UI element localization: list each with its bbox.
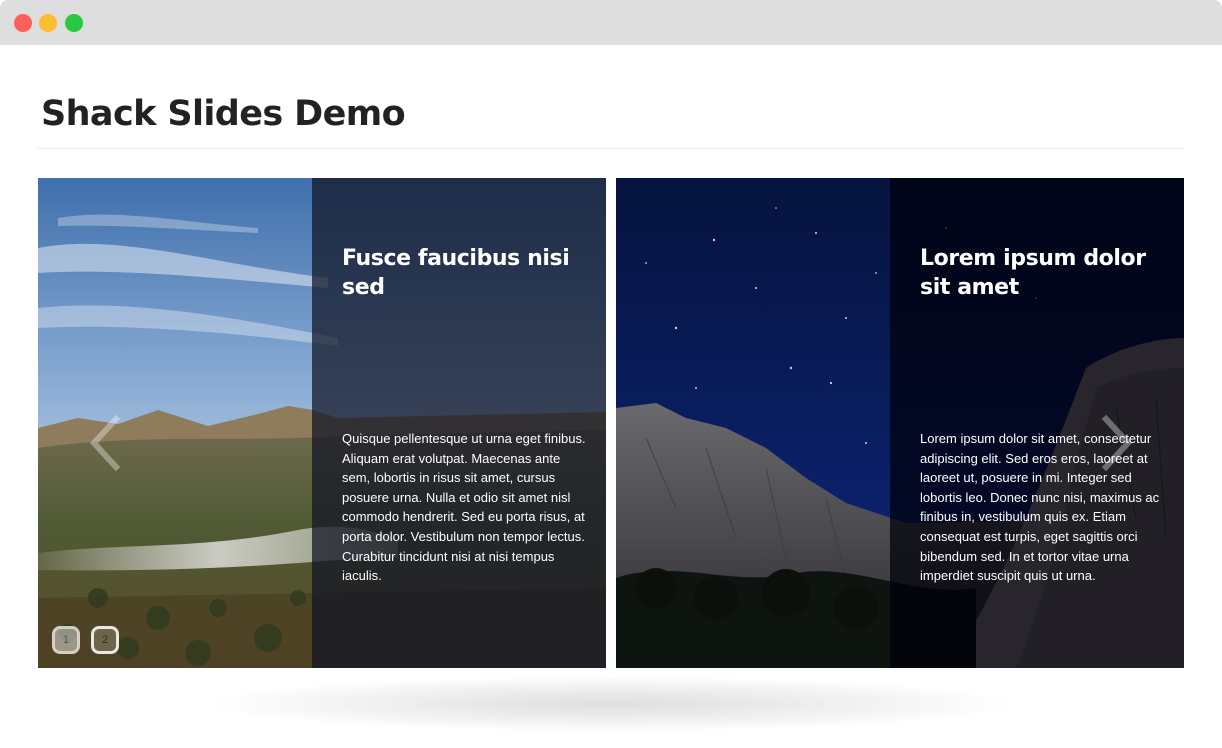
chevron-left-icon[interactable]	[86, 413, 126, 473]
close-window-button[interactable]	[14, 14, 32, 32]
chevron-right-icon[interactable]	[1096, 413, 1136, 473]
slide-2: Lorem ipsum dolor sit amet Lorem ipsum d…	[616, 178, 1184, 668]
pagination-dot-1[interactable]: 1	[52, 626, 80, 654]
browser-window: Shack Slides Demo Fusce faucibus nisi se…	[0, 0, 1222, 668]
slide-1-title: Fusce faucibus nisi sed	[342, 246, 570, 300]
maximize-window-button[interactable]	[65, 14, 83, 32]
window-shadow	[200, 676, 1020, 732]
slide-1: Fusce faucibus nisi sed Quisque pellente…	[38, 178, 606, 668]
minimize-window-button[interactable]	[39, 14, 57, 32]
page-title: Shack Slides Demo	[41, 94, 406, 134]
pagination-dot-2[interactable]: 2	[91, 626, 119, 654]
slide-2-title: Lorem ipsum dolor sit amet	[920, 246, 1146, 300]
slide-1-body: Quisque pellentesque ut urna eget finibu…	[342, 431, 586, 584]
title-bar	[0, 0, 1222, 45]
title-divider	[37, 148, 1185, 149]
